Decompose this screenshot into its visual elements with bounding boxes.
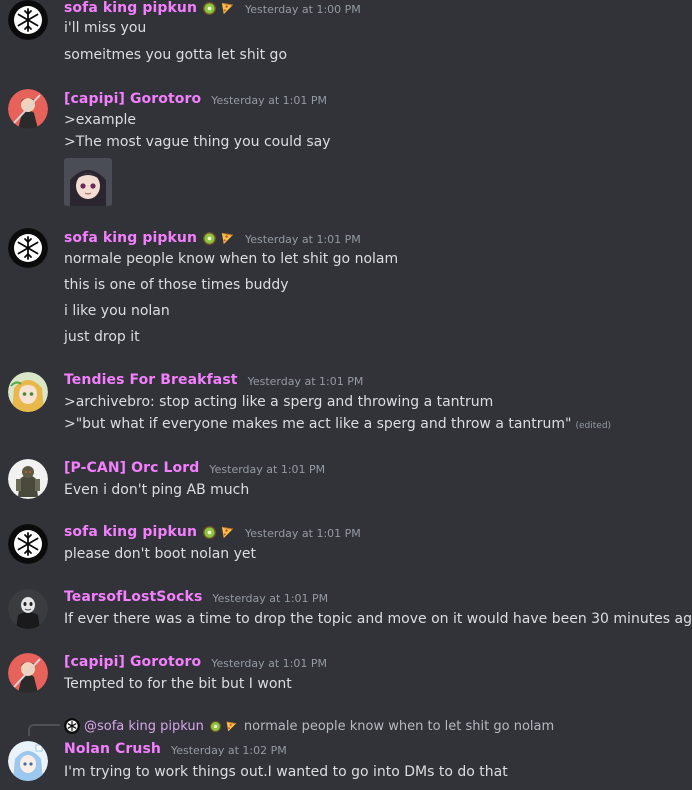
message-text: normale people know when to let shit go …: [64, 251, 399, 267]
reply-author[interactable]: @sofa king pipkun: [84, 719, 204, 734]
anime-swordsman-avatar[interactable]: [8, 653, 48, 693]
message-text: just drop it: [64, 329, 140, 345]
author-name[interactable]: sofa king pipkun: [64, 230, 197, 246]
timestamp: Yesterday at 1:00 PM: [245, 2, 361, 16]
snowflake-avatar[interactable]: [8, 524, 48, 564]
chat-messages: sofa king pipkun Yesterday at 1:00 PM i'…: [0, 0, 692, 790]
timestamp: Yesterday at 1:02 PM: [170, 743, 287, 757]
kiwi-icon: [209, 720, 222, 732]
timestamp: Yesterday at 1:01 PM: [212, 591, 329, 605]
author-name[interactable]: [capipi] Gorotoro: [64, 91, 201, 107]
timestamp: Yesterday at 1:01 PM: [245, 232, 361, 246]
pizza-icon: [226, 721, 237, 731]
author-name[interactable]: Tendies For Breakfast: [64, 372, 238, 388]
author-name[interactable]: sofa king pipkun: [64, 0, 197, 16]
message-text: >example: [64, 112, 136, 128]
message-text: this is one of those times buddy: [64, 277, 289, 293]
message-text: i like you nolan: [64, 303, 170, 319]
author-name[interactable]: [P-CAN] Orc Lord: [64, 460, 199, 476]
message-text: someitmes you gotta let shit go: [64, 47, 288, 63]
kiwi-icon: [202, 231, 217, 245]
message-text: i'll miss you: [64, 20, 147, 36]
anime-girl-emoji[interactable]: [64, 158, 112, 206]
pizza-icon: [221, 526, 234, 538]
timestamp: Yesterday at 1:01 PM: [209, 462, 326, 476]
message-text: Tempted to for the bit but I wont: [64, 676, 292, 692]
reply-text: normale people know when to let shit go …: [243, 718, 555, 734]
snowflake-avatar[interactable]: [8, 228, 48, 268]
message-text: I'm trying to work things out.I wanted t…: [64, 764, 508, 780]
author-name[interactable]: sofa king pipkun: [64, 524, 197, 540]
snowflake-avatar: [64, 718, 80, 734]
author-name[interactable]: TearsofLostSocks: [64, 589, 202, 605]
masked-figure-avatar[interactable]: [8, 589, 48, 629]
message-text: >The most vague thing you could say: [64, 134, 331, 150]
anime-swordsman-avatar[interactable]: [8, 89, 48, 129]
kiwi-icon: [202, 525, 217, 539]
message-text: If ever there was a time to drop the top…: [64, 611, 692, 627]
anime-blonde-avatar[interactable]: [8, 372, 48, 412]
message-text-content: >"but what if everyone makes me act like…: [64, 416, 572, 432]
anime-blue-avatar[interactable]: [8, 741, 48, 781]
edited-marker: (edited): [575, 421, 612, 431]
message-text: >archivebro: stop acting like a sperg an…: [64, 394, 494, 410]
pizza-icon: [221, 2, 234, 14]
timestamp: Yesterday at 1:01 PM: [211, 656, 328, 670]
message-text: Even i don't ping AB much: [64, 482, 250, 498]
pizza-icon: [221, 232, 234, 244]
kiwi-icon: [202, 1, 217, 15]
author-name[interactable]: Nolan Crush: [64, 741, 161, 757]
armored-orc-avatar[interactable]: [8, 459, 48, 499]
message-text: please don't boot nolan yet: [64, 546, 257, 562]
timestamp: Yesterday at 1:01 PM: [245, 526, 361, 540]
author-name[interactable]: [capipi] Gorotoro: [64, 654, 201, 670]
reply-preview[interactable]: @sofa king pipkun normale people know wh…: [64, 716, 554, 736]
timestamp: Yesterday at 1:01 PM: [211, 93, 328, 107]
snowflake-avatar[interactable]: [8, 0, 48, 40]
timestamp: Yesterday at 1:01 PM: [247, 374, 364, 388]
message-text: >"but what if everyone makes me act like…: [64, 414, 611, 436]
reply-connector: [28, 724, 60, 736]
